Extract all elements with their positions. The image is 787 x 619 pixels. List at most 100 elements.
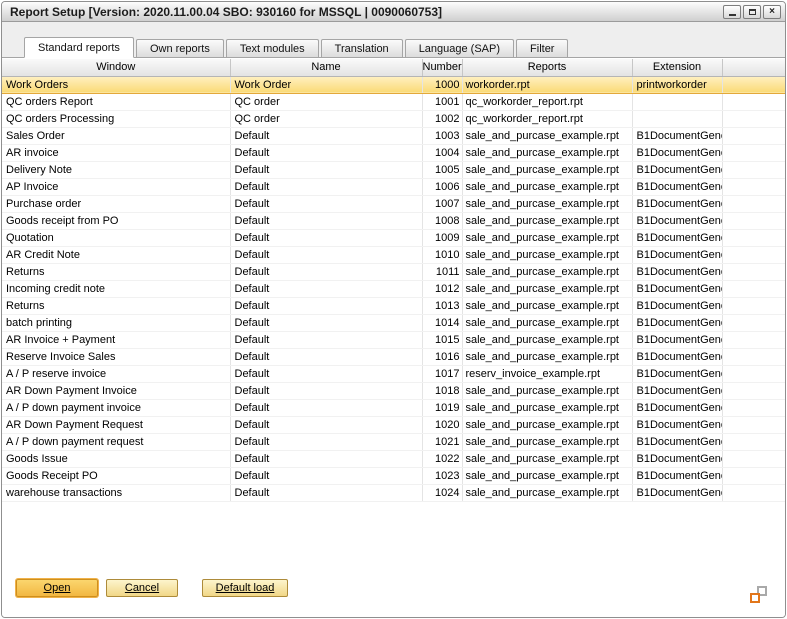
cell-number[interactable]: 1018 [422, 382, 462, 399]
cell-extension[interactable] [632, 110, 722, 127]
cell-name[interactable]: Default [230, 484, 422, 501]
cell-window[interactable]: Quotation [2, 229, 230, 246]
cell-filler[interactable] [722, 127, 785, 144]
table-row[interactable]: warehouse transactionsDefault1024sale_an… [2, 484, 785, 501]
table-row[interactable]: ReturnsDefault1011sale_and_purcase_examp… [2, 263, 785, 280]
cell-window[interactable]: AR Invoice + Payment [2, 331, 230, 348]
table-row[interactable]: batch printingDefault1014sale_and_purcas… [2, 314, 785, 331]
tab-own-reports[interactable]: Own reports [136, 39, 224, 57]
cell-window[interactable]: AR Down Payment Request [2, 416, 230, 433]
cell-name[interactable]: Default [230, 297, 422, 314]
cell-report[interactable]: sale_and_purcase_example.rpt [462, 331, 632, 348]
cell-extension[interactable] [632, 93, 722, 110]
tab-translation[interactable]: Translation [321, 39, 403, 57]
table-row[interactable]: AR Down Payment RequestDefault1020sale_a… [2, 416, 785, 433]
cell-window[interactable]: Goods Receipt PO [2, 467, 230, 484]
column-header-window[interactable]: Window [2, 59, 230, 76]
cell-filler[interactable] [722, 195, 785, 212]
cell-extension[interactable]: B1DocumentGener... [632, 314, 722, 331]
cell-filler[interactable] [722, 416, 785, 433]
cell-report[interactable]: sale_and_purcase_example.rpt [462, 314, 632, 331]
cell-window[interactable]: Incoming credit note [2, 280, 230, 297]
cell-report[interactable]: sale_and_purcase_example.rpt [462, 416, 632, 433]
cell-extension[interactable]: B1DocumentGener... [632, 127, 722, 144]
tab-language-sap[interactable]: Language (SAP) [405, 39, 514, 57]
maximize-button[interactable] [743, 5, 761, 19]
cell-window[interactable]: warehouse transactions [2, 484, 230, 501]
cell-report[interactable]: sale_and_purcase_example.rpt [462, 246, 632, 263]
cell-report[interactable]: sale_and_purcase_example.rpt [462, 280, 632, 297]
cell-extension[interactable]: B1DocumentGener... [632, 178, 722, 195]
cell-extension[interactable]: B1DocumentGener... [632, 144, 722, 161]
cell-filler[interactable] [722, 297, 785, 314]
cell-window[interactable]: A / P down payment request [2, 433, 230, 450]
cell-filler[interactable] [722, 348, 785, 365]
cell-name[interactable]: Default [230, 314, 422, 331]
cell-number[interactable]: 1000 [422, 76, 462, 93]
cell-report[interactable]: qc_workorder_report.rpt [462, 93, 632, 110]
cell-report[interactable]: sale_and_purcase_example.rpt [462, 484, 632, 501]
cell-window[interactable]: Sales Order [2, 127, 230, 144]
tab-text-modules[interactable]: Text modules [226, 39, 319, 57]
cell-filler[interactable] [722, 382, 785, 399]
cell-filler[interactable] [722, 433, 785, 450]
cell-filler[interactable] [722, 246, 785, 263]
cell-extension[interactable]: B1DocumentGener... [632, 382, 722, 399]
column-header-name[interactable]: Name [230, 59, 422, 76]
cell-name[interactable]: Default [230, 144, 422, 161]
cell-number[interactable]: 1014 [422, 314, 462, 331]
default-load-button[interactable]: Default load [202, 579, 288, 597]
cell-window[interactable]: AP Invoice [2, 178, 230, 195]
cell-window[interactable]: Returns [2, 263, 230, 280]
close-button[interactable]: × [763, 5, 781, 19]
cell-name[interactable]: Work Order [230, 76, 422, 93]
table-row[interactable]: Purchase orderDefault1007sale_and_purcas… [2, 195, 785, 212]
cell-report[interactable]: reserv_invoice_example.rpt [462, 365, 632, 382]
cell-extension[interactable]: B1DocumentGener... [632, 280, 722, 297]
cell-name[interactable]: Default [230, 263, 422, 280]
cell-window[interactable]: AR Credit Note [2, 246, 230, 263]
cell-extension[interactable]: B1DocumentGener... [632, 161, 722, 178]
cell-number[interactable]: 1008 [422, 212, 462, 229]
cell-window[interactable]: A / P down payment invoice [2, 399, 230, 416]
column-header-reports[interactable]: Reports [462, 59, 632, 76]
cell-filler[interactable] [722, 280, 785, 297]
cell-number[interactable]: 1006 [422, 178, 462, 195]
table-row[interactable]: AR invoiceDefault1004sale_and_purcase_ex… [2, 144, 785, 161]
cell-filler[interactable] [722, 314, 785, 331]
cell-name[interactable]: Default [230, 229, 422, 246]
cell-name[interactable]: QC order [230, 110, 422, 127]
table-row[interactable]: AP InvoiceDefault1006sale_and_purcase_ex… [2, 178, 785, 195]
cell-extension[interactable]: B1DocumentGener... [632, 365, 722, 382]
cell-report[interactable]: sale_and_purcase_example.rpt [462, 127, 632, 144]
cell-filler[interactable] [722, 450, 785, 467]
cell-report[interactable]: sale_and_purcase_example.rpt [462, 348, 632, 365]
cell-number[interactable]: 1023 [422, 467, 462, 484]
cell-report[interactable]: sale_and_purcase_example.rpt [462, 212, 632, 229]
cell-report[interactable]: sale_and_purcase_example.rpt [462, 229, 632, 246]
titlebar[interactable]: Report Setup [Version: 2020.11.00.04 SBO… [2, 2, 785, 22]
cell-window[interactable]: Purchase order [2, 195, 230, 212]
cell-report[interactable]: sale_and_purcase_example.rpt [462, 433, 632, 450]
cell-name[interactable]: Default [230, 450, 422, 467]
cell-number[interactable]: 1010 [422, 246, 462, 263]
open-button[interactable]: Open [16, 579, 98, 597]
cell-extension[interactable]: B1DocumentGener... [632, 263, 722, 280]
cell-report[interactable]: sale_and_purcase_example.rpt [462, 161, 632, 178]
table-row[interactable]: QuotationDefault1009sale_and_purcase_exa… [2, 229, 785, 246]
minimize-button[interactable] [723, 5, 741, 19]
cell-name[interactable]: Default [230, 178, 422, 195]
cell-window[interactable]: Reserve Invoice Sales [2, 348, 230, 365]
cell-report[interactable]: workorder.rpt [462, 76, 632, 93]
cell-extension[interactable]: B1DocumentGener... [632, 212, 722, 229]
cell-extension[interactable]: B1DocumentGener... [632, 195, 722, 212]
cell-filler[interactable] [722, 484, 785, 501]
table-row[interactable]: Incoming credit noteDefault1012sale_and_… [2, 280, 785, 297]
cell-name[interactable]: Default [230, 331, 422, 348]
cell-report[interactable]: qc_workorder_report.rpt [462, 110, 632, 127]
table-row[interactable]: AR Invoice + PaymentDefault1015sale_and_… [2, 331, 785, 348]
cell-extension[interactable]: B1DocumentGener... [632, 297, 722, 314]
cell-name[interactable]: Default [230, 161, 422, 178]
cell-report[interactable]: sale_and_purcase_example.rpt [462, 297, 632, 314]
cell-extension[interactable]: B1DocumentGener... [632, 450, 722, 467]
